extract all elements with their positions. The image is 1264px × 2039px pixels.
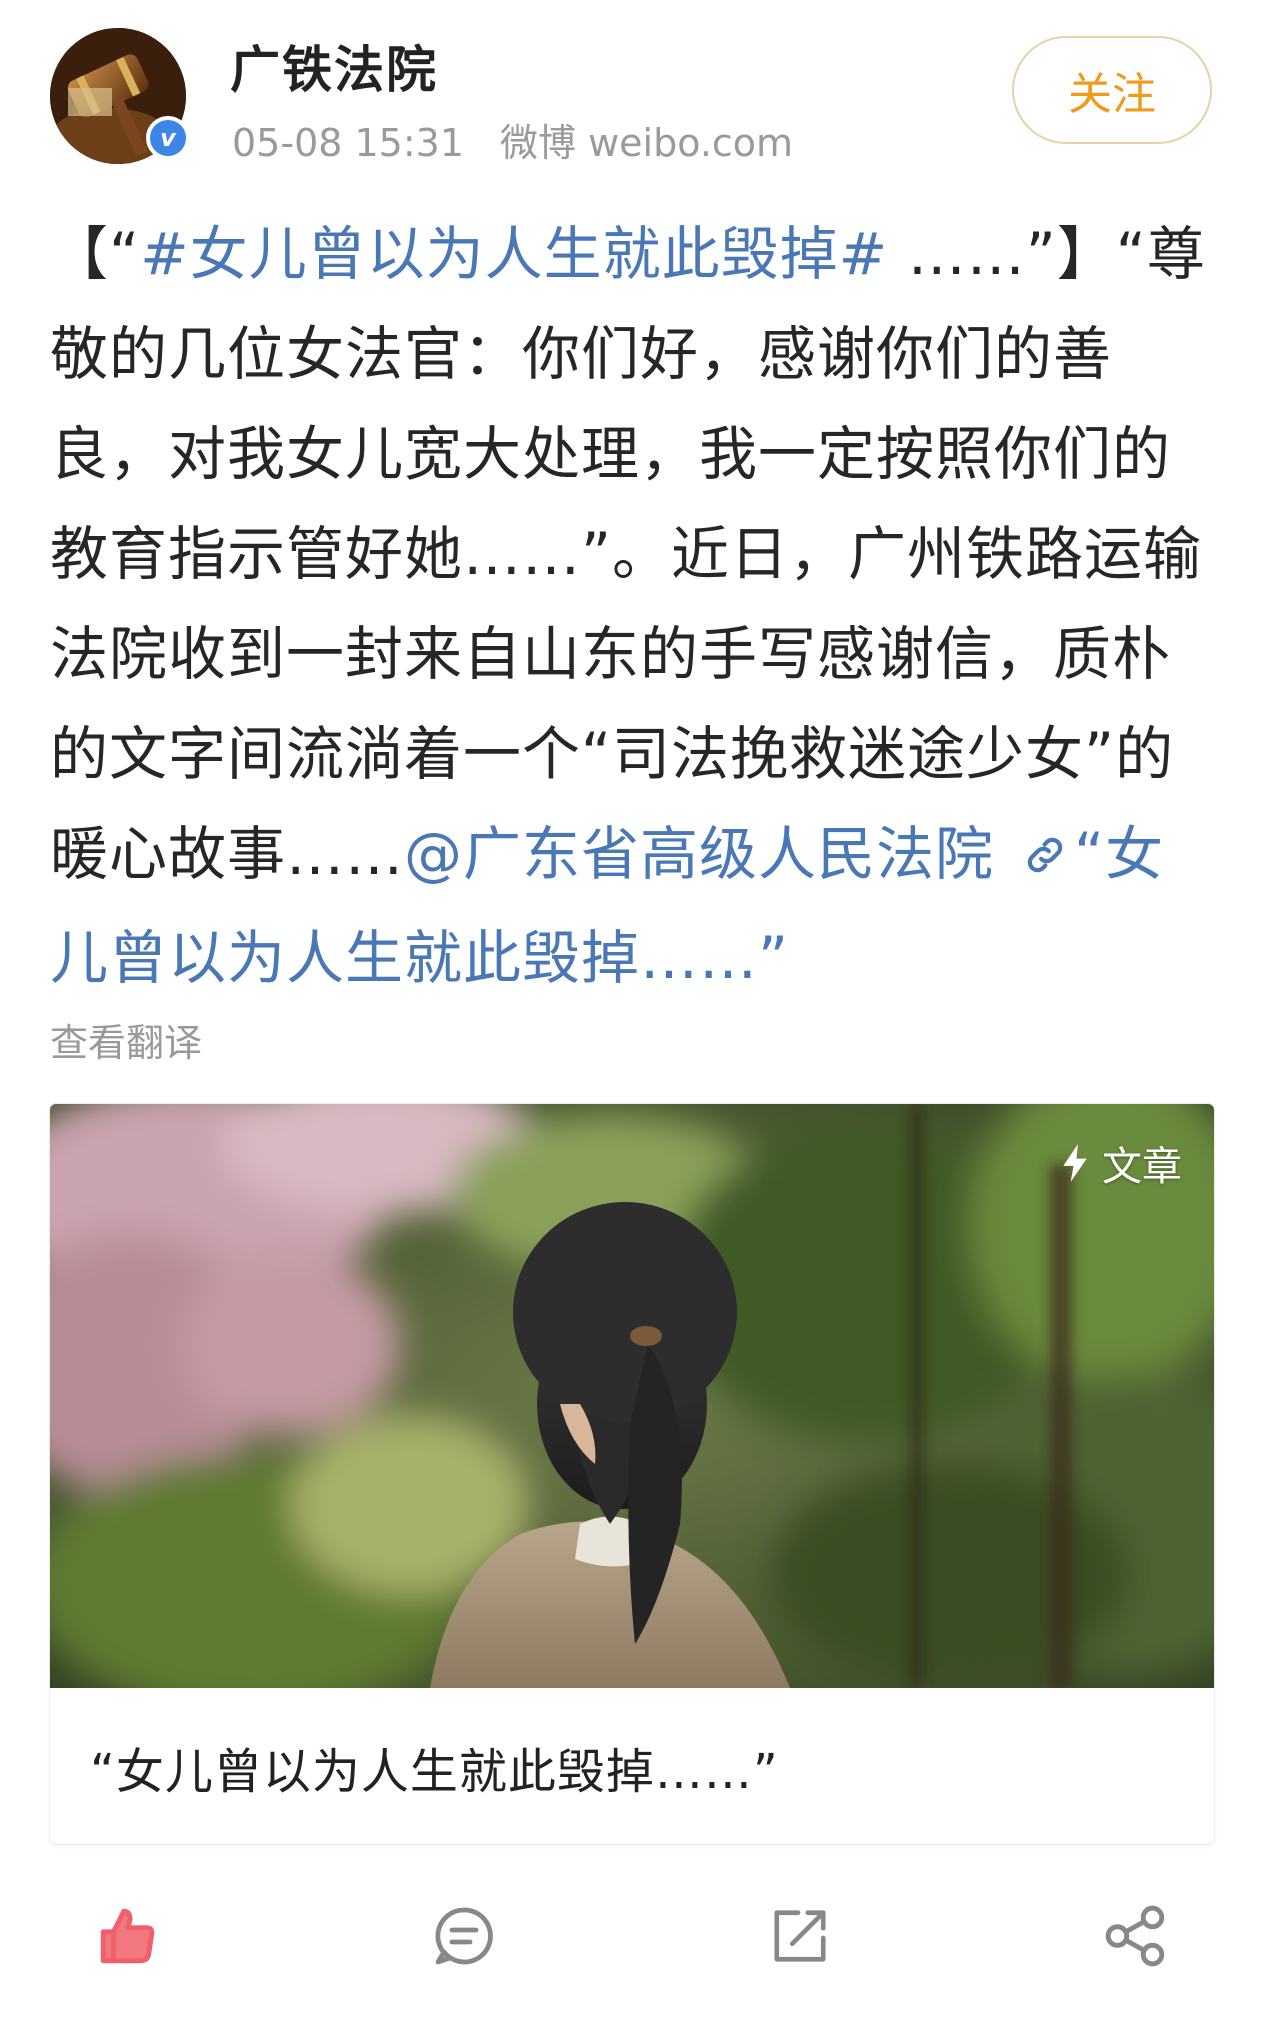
translate-button[interactable]: 查看翻译 (50, 1012, 202, 1067)
open-bracket: 【 (50, 220, 110, 288)
author-name[interactable]: 广铁法院 (230, 30, 438, 102)
thumbs-up-icon (95, 1903, 161, 1973)
article-tag-label: 文章 (1102, 1144, 1182, 1190)
network-share-icon (1103, 1903, 1169, 1973)
post-body: 【“#女儿曾以为人生就此毁掉# ……”】“尊敬的几位女法官：你们好，感谢你们的善… (50, 204, 1220, 1008)
hashtag-link[interactable]: #女儿曾以为人生就此毁掉# (140, 220, 888, 288)
open-quote: “ (109, 220, 141, 288)
close-quote-bracket: ……”】 (888, 220, 1116, 288)
post-body-text: “尊敬的几位女法官：你们好，感谢你们的善良，对我女儿宽大处理，我一定按照你们的教… (50, 220, 1206, 888)
post-source: 微博 weibo.com (500, 121, 794, 165)
repost-button[interactable] (760, 1898, 840, 1978)
avatar[interactable]: v (50, 28, 190, 164)
article-card-title[interactable]: “女儿曾以为人生就此毁掉……” (90, 1732, 779, 1802)
article-cover-image: 文章 (50, 1104, 1214, 1688)
comment-button[interactable] (424, 1898, 504, 1978)
mention-link[interactable]: @广东省高级人民法院 (404, 820, 994, 888)
follow-button[interactable]: 关注 (1012, 36, 1212, 144)
article-card[interactable]: 文章 “女儿曾以为人生就此毁掉……” (50, 1104, 1214, 1844)
article-tag: 文章 (1060, 1134, 1182, 1192)
link-icon (1022, 808, 1068, 908)
bolt-icon (1060, 1144, 1090, 1182)
weibo-post-page: v 广铁法院 05-08 15:31 微博 weibo.com 关注 【“#女儿曾… (0, 0, 1264, 2039)
share-icon (769, 1905, 831, 1971)
comment-icon (432, 1904, 496, 1972)
post-meta: 05-08 15:31 微博 weibo.com (232, 112, 793, 167)
post-time: 05-08 15:31 (232, 121, 465, 165)
verified-badge-icon: v (146, 116, 190, 160)
more-share-button[interactable] (1096, 1898, 1176, 1978)
like-button[interactable] (88, 1898, 168, 1978)
